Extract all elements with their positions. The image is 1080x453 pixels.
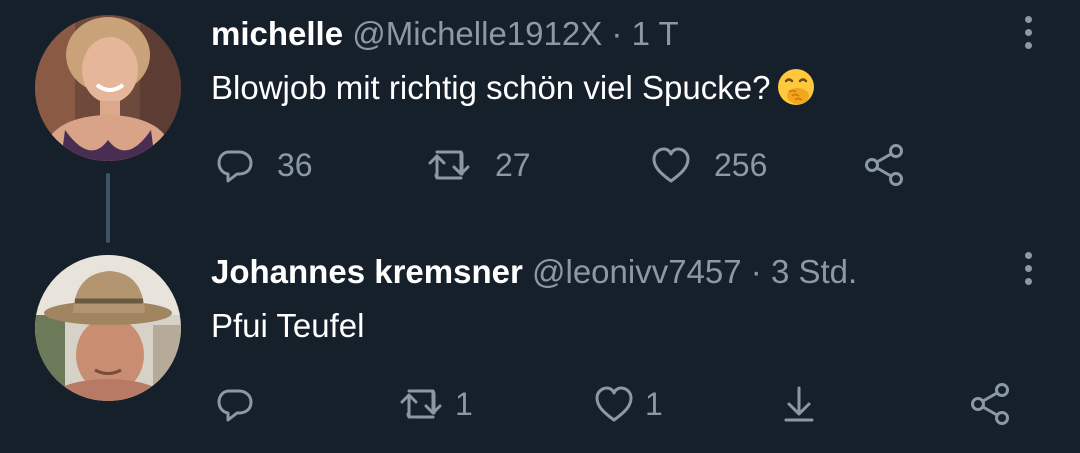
tweet-actions: 36 27 256 bbox=[0, 141, 1080, 189]
tweet-text: Pfui Teufel bbox=[211, 305, 365, 347]
handle[interactable]: @Michelle1912X bbox=[352, 15, 602, 52]
avatar[interactable] bbox=[35, 15, 181, 161]
separator-dot: · bbox=[750, 253, 762, 290]
retweet-button[interactable]: 27 bbox=[425, 141, 531, 189]
timestamp[interactable]: 1 T bbox=[632, 15, 679, 52]
tweet-header: michelle @Michelle1912X · 1 T bbox=[211, 14, 679, 54]
share-icon bbox=[865, 144, 903, 186]
like-button[interactable]: 1 bbox=[593, 380, 663, 428]
handle[interactable]: @leonivv7457 bbox=[532, 253, 742, 290]
reply-icon bbox=[217, 150, 253, 183]
tweet[interactable]: michelle @Michelle1912X · 1 T Blowjob mi… bbox=[0, 0, 1080, 243]
tweet-header: Johannes kremsner @leonivv7457 · 3 Std. bbox=[211, 252, 857, 292]
share-button[interactable] bbox=[968, 380, 1014, 428]
share-button[interactable] bbox=[862, 141, 908, 189]
reply-button[interactable] bbox=[215, 380, 255, 428]
bookmark-button[interactable] bbox=[778, 380, 820, 428]
more-options-icon[interactable] bbox=[1022, 252, 1034, 285]
face-with-hand-over-mouth-emoji-icon bbox=[776, 67, 816, 117]
download-arrow-icon bbox=[784, 386, 814, 422]
heart-icon bbox=[652, 147, 690, 183]
tweet-actions: 1 1 bbox=[0, 380, 1080, 428]
like-count: 256 bbox=[714, 146, 768, 183]
like-count: 1 bbox=[645, 385, 663, 422]
reply-icon bbox=[217, 389, 253, 422]
timestamp[interactable]: 3 Std. bbox=[771, 253, 857, 290]
retweet-count: 27 bbox=[495, 146, 531, 183]
heart-icon bbox=[595, 386, 633, 422]
display-name[interactable]: Johannes kremsner bbox=[211, 253, 523, 290]
display-name[interactable]: michelle bbox=[211, 15, 343, 52]
like-button[interactable]: 256 bbox=[650, 141, 767, 189]
retweet-button[interactable]: 1 bbox=[397, 380, 473, 428]
tweet-text-content: Blowjob mit richtig schön viel Spucke? bbox=[211, 69, 771, 106]
more-options-icon[interactable] bbox=[1022, 16, 1034, 49]
tweet[interactable]: Johannes kremsner @leonivv7457 · 3 Std. … bbox=[0, 240, 1080, 453]
retweet-icon bbox=[428, 150, 470, 180]
separator-dot: · bbox=[611, 15, 623, 52]
share-icon bbox=[971, 383, 1009, 425]
reply-count: 36 bbox=[277, 146, 313, 183]
retweet-count: 1 bbox=[455, 385, 473, 422]
retweet-icon bbox=[400, 389, 442, 419]
tweet-text: Blowjob mit richtig schön viel Spucke? bbox=[211, 67, 816, 117]
reply-button[interactable]: 36 bbox=[215, 141, 313, 189]
tweet-text-content: Pfui Teufel bbox=[211, 307, 365, 344]
